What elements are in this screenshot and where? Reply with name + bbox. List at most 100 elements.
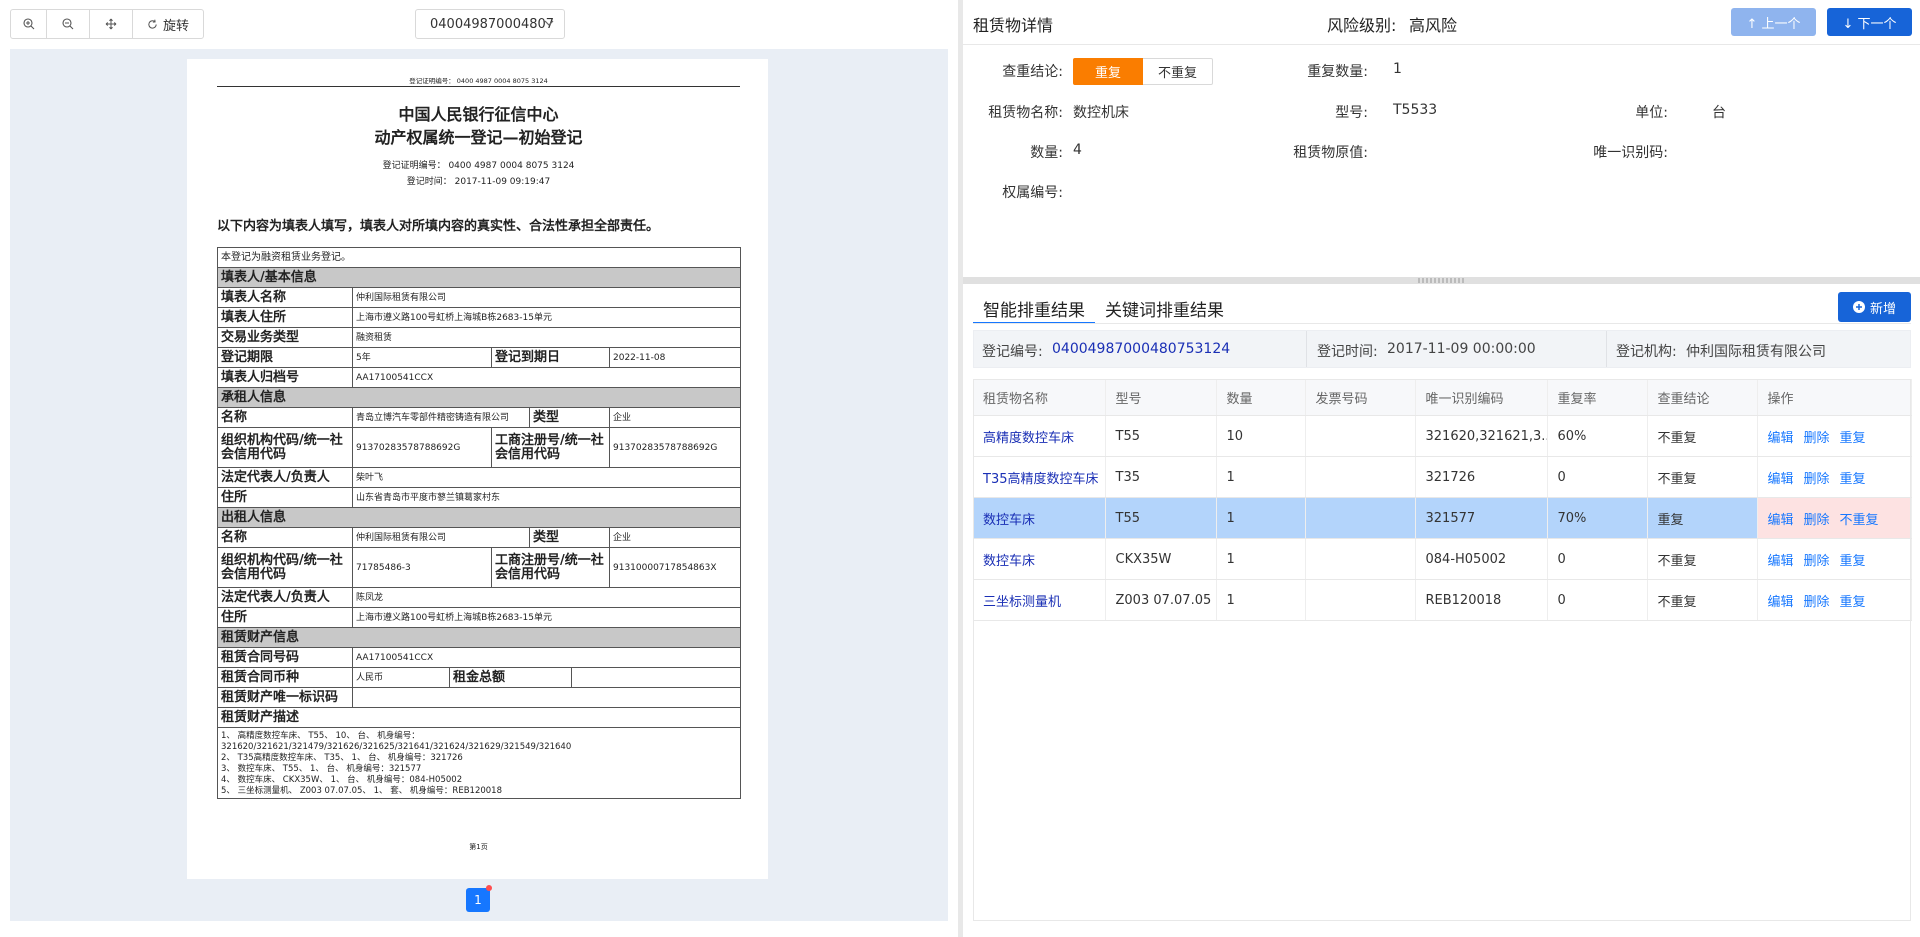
delete-link[interactable]: 删除	[1804, 595, 1830, 610]
zoom-in-button[interactable]	[11, 10, 47, 38]
delete-link[interactable]: 删除	[1804, 513, 1830, 528]
cell-item-name[interactable]: T35高精度数控车床	[973, 456, 1106, 498]
cell-dup-rate: 70%	[1547, 497, 1648, 539]
item-name-label: 租赁物名称:	[988, 105, 1063, 121]
reg-org-value: 仲利国际租赁有限公司	[1686, 344, 1826, 360]
cell-dup-result: 不重复	[1647, 538, 1758, 580]
value-biz-type: 融资租赁	[351, 327, 742, 348]
col-dup-result: 查重结论	[1647, 379, 1758, 416]
value-lessee-type: 企业	[608, 407, 742, 428]
table-row[interactable]: T35高精度数控车床 T35 1 321726 0 不重复 编辑 删除 重复	[973, 456, 1912, 498]
info-divider	[1306, 331, 1307, 367]
table-row[interactable]: 数控车床 CKX35W 1 084-H05002 0 不重复 编辑 删除 重复	[973, 538, 1912, 580]
cell-model: T35	[1105, 456, 1217, 498]
document-page: 登记证明编号： 0400 4987 0004 8075 3124 中国人民银行征…	[187, 59, 768, 879]
rotate-button[interactable]: 旋转	[133, 10, 203, 38]
dup-off-option[interactable]: 不重复	[1143, 58, 1213, 85]
col-model: 型号	[1105, 379, 1217, 416]
label-lessee-org: 组织机构代码/统一社会信用代码	[217, 427, 353, 468]
cell-item-name[interactable]: 三坐标测量机	[973, 579, 1106, 621]
cell-dup-rate: 0	[1547, 579, 1648, 621]
cell-model: T55	[1105, 497, 1217, 539]
mark-dup-link[interactable]: 重复	[1840, 472, 1866, 487]
qty-label: 数量:	[1030, 145, 1063, 161]
edit-link[interactable]: 编辑	[1768, 472, 1794, 487]
tab-keyword-dedup[interactable]: 关键词排重结果	[1095, 288, 1234, 324]
cell-uid: 084-H05002	[1415, 538, 1548, 580]
edit-link[interactable]: 编辑	[1768, 595, 1794, 610]
page-number: 1	[474, 893, 482, 907]
page-1-button[interactable]: 1	[466, 888, 490, 912]
mark-dup-link[interactable]: 重复	[1840, 595, 1866, 610]
horizontal-splitter[interactable]	[963, 277, 1920, 284]
result-tabs: 智能排重结果 关键词排重结果	[973, 288, 1234, 324]
mark-dup-link[interactable]: 重复	[1840, 431, 1866, 446]
add-button[interactable]: 新增	[1838, 292, 1911, 322]
value-property-uid	[351, 687, 742, 708]
cell-qty: 1	[1216, 456, 1306, 498]
table-row[interactable]: 高精度数控车床 T55 10 321620,321621,3... 60% 不重复 编辑 删除…	[973, 415, 1912, 457]
cell-model: Z003 07.07.05	[1105, 579, 1217, 621]
delete-link[interactable]: 删除	[1804, 431, 1830, 446]
edit-link[interactable]: 编辑	[1768, 554, 1794, 569]
paper-cert-no: 登记证明编号： 0400 4987 0004 8075 3124	[382, 161, 575, 171]
value-lessor-type: 企业	[608, 527, 742, 548]
add-label: 新增	[1869, 301, 1896, 317]
paper-reg-time: 登记时间： 2017-11-09 09:19:47	[406, 177, 551, 187]
zoom-out-icon	[62, 18, 74, 30]
prev-button[interactable]: ↑ 上一个	[1731, 8, 1816, 36]
label-currency: 租赁合同币种	[217, 667, 353, 688]
zoom-out-button[interactable]	[47, 10, 90, 38]
cell-item-name[interactable]: 高精度数控车床	[973, 415, 1106, 457]
cell-dup-rate: 0	[1547, 456, 1648, 498]
uid-label: 唯一识别码:	[1593, 145, 1668, 161]
info-divider	[1606, 331, 1607, 367]
document-canvas[interactable]: 登记证明编号： 0400 4987 0004 8075 3124 中国人民银行征…	[10, 49, 948, 921]
delete-link[interactable]: 删除	[1804, 472, 1830, 487]
next-button[interactable]: ↓ 下一个	[1827, 8, 1912, 36]
table-row[interactable]: 数控车床 T55 1 321577 70% 重复 编辑 删除 不重复	[973, 497, 1912, 539]
edit-link[interactable]: 编辑	[1768, 431, 1794, 446]
cell-dup-rate: 0	[1547, 538, 1648, 580]
paper-divider	[217, 86, 740, 87]
desc-line: 5、 三坐标测量机、 Z003 07.07.05、 1、 套、 机身编号：REB…	[221, 786, 502, 796]
reg-no-value[interactable]: 04004987000480753124	[1052, 341, 1230, 357]
cell-dup-result: 不重复	[1647, 415, 1758, 457]
tab-smart-dedup[interactable]: 智能排重结果	[973, 288, 1095, 324]
edit-link[interactable]: 编辑	[1768, 513, 1794, 528]
orig-value-label: 租赁物原值:	[1293, 145, 1368, 161]
paper-cert-line: 登记证明编号： 0400 4987 0004 8075 3124	[409, 77, 548, 85]
value-lessee-rep: 柴叶飞	[351, 467, 742, 488]
section-lessee: 承租人信息	[216, 387, 742, 408]
paper-title-2: 动产权属统一登记—初始登记	[374, 128, 583, 147]
label-property-desc: 租赁财产描述	[216, 707, 742, 728]
cell-uid: REB120018	[1415, 579, 1548, 621]
cell-qty: 1	[1216, 538, 1306, 580]
cell-actions: 编辑 删除 不重复	[1757, 497, 1912, 539]
mark-dup-link[interactable]: 重复	[1840, 554, 1866, 569]
viewer-toolbar: 旋转	[10, 9, 204, 39]
cell-dup-result: 不重复	[1647, 456, 1758, 498]
document-select[interactable]: 040049870004807	[415, 9, 565, 39]
delete-link[interactable]: 删除	[1804, 554, 1830, 569]
results-table: 租赁物名称 型号 数量 发票号码 唯一识别编码 重复率 查重结论 操作 高精度数…	[973, 379, 1912, 621]
cell-item-name[interactable]: 数控车床	[973, 538, 1106, 580]
desc-line: 2、 T35高精度数控车床、 T35、 1、 台、 机身编号：321726	[221, 753, 463, 763]
move-button[interactable]	[90, 10, 133, 38]
page-badge-dot	[486, 885, 492, 891]
dup-count-label: 重复数量:	[1307, 64, 1368, 80]
table-row[interactable]: 三坐标测量机 Z003 07.07.05 1 REB120018 0 不重复 编辑 删除 重复	[973, 579, 1912, 621]
cell-actions: 编辑 删除 重复	[1757, 538, 1912, 580]
value-lessor-addr: 上海市遵义路100号虹桥上海城B栋2683-15单元	[351, 607, 742, 628]
reg-note: 本登记为融资租赁业务登记。	[216, 247, 742, 268]
registration-table: 本登记为融资租赁业务登记。 填表人/基本信息 填表人名称 仲利国际租赁有限公司 填…	[216, 247, 742, 799]
dup-toggle[interactable]: 重复 不重复	[1073, 58, 1213, 85]
label-lessor-name: 名称	[217, 527, 353, 548]
cell-item-name[interactable]: 数控车床	[973, 497, 1106, 539]
model-label: 型号:	[1335, 105, 1368, 121]
dup-on-option[interactable]: 重复	[1073, 58, 1143, 85]
mark-dup-link[interactable]: 不重复	[1840, 513, 1879, 528]
value-contract: AA17100541CCX	[351, 647, 742, 668]
label-period: 登记期限	[217, 347, 353, 368]
label-filler-addr: 填表人住所	[217, 307, 353, 328]
